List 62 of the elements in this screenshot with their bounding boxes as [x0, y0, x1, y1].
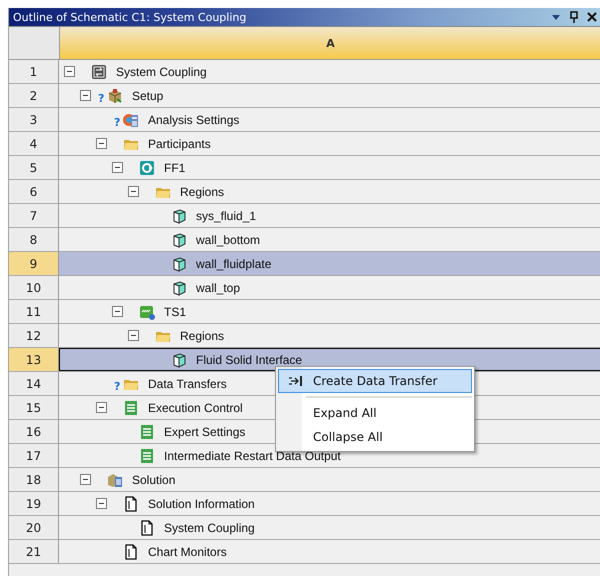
collapse-icon[interactable] [128, 330, 139, 341]
tree-item-label: Participants [148, 136, 211, 150]
thermal-icon [139, 304, 155, 320]
status-mark: ? [114, 380, 122, 393]
tree-item[interactable]: Fluid Solid Interface [59, 348, 600, 371]
cube-icon [171, 232, 187, 248]
tree-item-label: sys_fluid_1 [196, 208, 256, 222]
collapse-icon[interactable] [96, 402, 107, 413]
row-number: 13 [9, 348, 59, 371]
document-icon [123, 544, 139, 560]
dropdown-icon[interactable] [551, 13, 561, 21]
list-icon [123, 400, 139, 416]
list-icon [139, 448, 155, 464]
calculator-icon [123, 112, 139, 128]
tree-item-label: Analysis Settings [148, 112, 240, 126]
collapse-icon[interactable] [80, 474, 91, 485]
coupling-icon [91, 64, 107, 80]
status-mark: ? [114, 116, 122, 129]
tree-item-label: TS1 [164, 304, 186, 318]
transfer-icon [288, 375, 304, 387]
solution-icon [107, 472, 123, 488]
collapse-icon[interactable] [112, 306, 123, 317]
fluid-icon [139, 160, 155, 176]
tree-item-label: Regions [180, 328, 224, 342]
tree-item-label: wall_fluidplate [196, 256, 272, 270]
document-icon [123, 496, 139, 512]
tree-item-label: Setup [132, 88, 164, 102]
tree-item-label: Chart Monitors [148, 544, 227, 558]
tree-item-label: Data Transfers [148, 376, 227, 390]
tree-item-label: wall_bottom [196, 232, 260, 246]
tree-item-label: System Coupling [116, 64, 207, 78]
collapse-icon[interactable] [112, 162, 123, 173]
collapse-icon[interactable] [128, 186, 139, 197]
tree-item-label: Expert Settings [164, 424, 246, 438]
panel-title: Outline of Schematic C1: System Coupling [13, 10, 248, 24]
tree-item-label: Solution Information [148, 496, 255, 510]
row-number: 9 [9, 252, 59, 275]
list-icon [139, 424, 155, 440]
collapse-icon[interactable] [96, 498, 107, 509]
cube-icon [171, 352, 187, 368]
status-mark: ? [98, 92, 106, 105]
tree-item-label: wall_top [196, 280, 240, 294]
menu-item[interactable]: Create Data Transfer [278, 369, 472, 393]
document-icon [139, 520, 155, 536]
cube-icon [171, 256, 187, 272]
tree-item-label: Solution [132, 472, 176, 486]
tree-item-label: System Coupling [164, 520, 255, 534]
collapse-icon[interactable] [80, 90, 91, 101]
box-icon [107, 88, 123, 104]
cube-icon [171, 280, 187, 296]
tree-item-label: FF1 [164, 160, 186, 174]
collapse-icon[interactable] [96, 138, 107, 149]
column-header[interactable]: A [60, 27, 600, 59]
tree-item[interactable]: wall_fluidplate [59, 252, 600, 275]
close-icon[interactable] [587, 12, 597, 22]
collapse-icon[interactable] [64, 66, 75, 77]
pin-icon[interactable] [569, 11, 579, 23]
tree-item-label: Fluid Solid Interface [196, 352, 302, 366]
cube-icon [171, 208, 187, 224]
tree-item-label: Regions [180, 184, 224, 198]
tree-item-label: Intermediate Restart Data Output [164, 448, 341, 462]
tree-item-label: Execution Control [148, 400, 243, 414]
